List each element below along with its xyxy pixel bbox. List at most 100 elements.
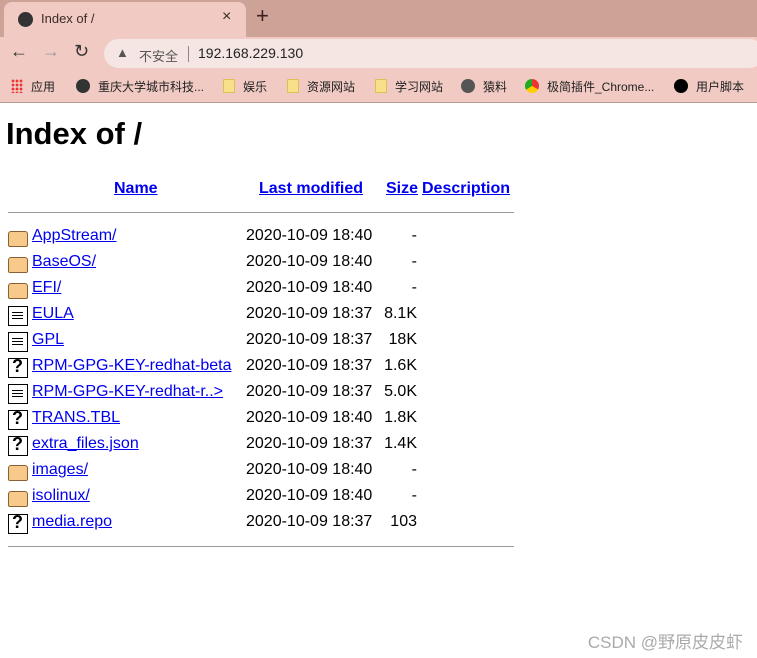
- table-row: AppStream/ 2020-10-09 18:40 -: [8, 225, 514, 251]
- forward-button[interactable]: →: [42, 41, 60, 62]
- file-link[interactable]: RPM-GPG-KEY-redhat-beta: [32, 357, 231, 375]
- file-link[interactable]: EFI/: [32, 279, 61, 297]
- file-link[interactable]: images/: [32, 461, 88, 479]
- warning-icon: ▲: [116, 45, 129, 60]
- file-size: 1.4K: [384, 435, 417, 452]
- insecure-label[interactable]: 不安全: [139, 46, 178, 65]
- file-link[interactable]: media.repo: [32, 513, 112, 531]
- unknown-file-icon: [8, 512, 28, 534]
- url-text[interactable]: 192.168.229.130: [198, 45, 303, 61]
- table-row: TRANS.TBL 2020-10-09 18:40 1.8K: [8, 407, 514, 433]
- text-file-icon: [8, 332, 28, 352]
- file-size: -: [411, 487, 417, 504]
- file-size: 1.6K: [384, 357, 417, 374]
- globe-icon: [18, 12, 33, 27]
- modified-date: 2020-10-09 18:40: [246, 227, 373, 244]
- unknown-file-icon: [8, 356, 28, 378]
- folder-icon: [8, 491, 28, 507]
- bookmark-folder[interactable]: 娱乐: [223, 78, 267, 95]
- text-file-icon: [8, 306, 28, 326]
- sort-description-link[interactable]: Description: [422, 180, 510, 198]
- bookmark-label: 娱乐: [243, 80, 268, 94]
- bookmark-item[interactable]: 极简插件_Chrome...: [525, 78, 654, 95]
- modified-date: 2020-10-09 18:40: [246, 487, 373, 504]
- modified-date: 2020-10-09 18:37: [246, 435, 373, 452]
- bookmark-folder[interactable]: 资源网站: [287, 78, 355, 95]
- divider: [188, 46, 189, 62]
- tab-title: Index of /: [41, 11, 95, 26]
- site-icon: [461, 79, 475, 93]
- bookmark-label: 资源网站: [307, 80, 356, 94]
- table-row: RPM-GPG-KEY-redhat-r..> 2020-10-09 18:37…: [8, 381, 514, 407]
- folder-icon: [375, 79, 387, 93]
- file-link[interactable]: BaseOS/: [32, 253, 96, 271]
- file-link[interactable]: isolinux/: [32, 487, 90, 505]
- reload-button[interactable]: ↻: [74, 41, 89, 62]
- close-tab-button[interactable]: ×: [222, 8, 231, 26]
- file-link[interactable]: EULA: [32, 305, 74, 323]
- modified-date: 2020-10-09 18:37: [246, 331, 373, 348]
- address-bar[interactable]: ▲ 不安全 192.168.229.130: [104, 39, 757, 68]
- sort-name-link[interactable]: Name: [114, 180, 158, 198]
- sort-size-link[interactable]: Size: [386, 180, 418, 198]
- table-row: EFI/ 2020-10-09 18:40 -: [8, 277, 514, 303]
- file-size: 8.1K: [384, 305, 417, 322]
- bookmark-label: 重庆大学城市科技...: [98, 80, 205, 94]
- bookmark-label: 猿料: [483, 80, 508, 94]
- bookmark-folder[interactable]: 学习网站: [375, 78, 443, 95]
- modified-date: 2020-10-09 18:37: [246, 305, 373, 322]
- table-row: images/ 2020-10-09 18:40 -: [8, 459, 514, 485]
- file-link[interactable]: AppStream/: [32, 227, 116, 245]
- table-row: isolinux/ 2020-10-09 18:40 -: [8, 485, 514, 511]
- folder-icon: [287, 79, 299, 93]
- toolbar: ← → ↻ ▲ 不安全 192.168.229.130: [0, 37, 757, 70]
- file-link[interactable]: GPL: [32, 331, 64, 349]
- modified-date: 2020-10-09 18:40: [246, 253, 373, 270]
- modified-date: 2020-10-09 18:37: [246, 357, 373, 374]
- file-link[interactable]: TRANS.TBL: [32, 409, 120, 427]
- store-icon: [525, 79, 539, 93]
- bookmarks-bar: 应用 重庆大学城市科技... 娱乐 资源网站 学习网站 猿料 极简插件_Chro…: [0, 70, 757, 103]
- table-row: GPL 2020-10-09 18:37 18K: [8, 329, 514, 355]
- file-size: -: [411, 253, 417, 270]
- table-row: RPM-GPG-KEY-redhat-beta 2020-10-09 18:37…: [8, 355, 514, 381]
- file-size: -: [411, 279, 417, 296]
- watermark: CSDN @野原皮皮虾: [587, 633, 743, 652]
- table-row: BaseOS/ 2020-10-09 18:40 -: [8, 251, 514, 277]
- modified-date: 2020-10-09 18:40: [246, 409, 373, 426]
- new-tab-button[interactable]: +: [256, 3, 269, 29]
- file-size: 1.8K: [384, 409, 417, 426]
- unknown-file-icon: [8, 434, 28, 456]
- bookmark-item[interactable]: 猿料: [461, 78, 507, 95]
- table-row: media.repo 2020-10-09 18:37 103: [8, 511, 514, 537]
- sort-modified-link[interactable]: Last modified: [259, 180, 363, 198]
- file-size: 18K: [388, 331, 417, 348]
- table-row: extra_files.json 2020-10-09 18:37 1.4K: [8, 433, 514, 459]
- back-button[interactable]: ←: [10, 41, 28, 62]
- file-link[interactable]: extra_files.json: [32, 435, 139, 453]
- folder-icon: [223, 79, 235, 93]
- table-row: EULA 2020-10-09 18:37 8.1K: [8, 303, 514, 329]
- folder-icon: [8, 465, 28, 481]
- tab-strip: Index of / × +: [0, 0, 757, 37]
- file-size: -: [411, 227, 417, 244]
- file-size: 103: [390, 513, 417, 530]
- folder-icon: [8, 283, 28, 299]
- tab-active[interactable]: Index of / ×: [4, 2, 246, 37]
- page-title: Index of /: [6, 116, 143, 151]
- file-link[interactable]: RPM-GPG-KEY-redhat-r..>: [32, 383, 223, 401]
- text-file-icon: [8, 384, 28, 404]
- bookmark-label: 应用: [31, 80, 56, 94]
- file-size: -: [411, 461, 417, 478]
- bookmark-label: 学习网站: [395, 80, 444, 94]
- modified-date: 2020-10-09 18:40: [246, 461, 373, 478]
- folder-icon: [8, 257, 28, 273]
- divider: [8, 546, 514, 547]
- script-icon: [674, 79, 688, 93]
- bookmark-item[interactable]: 用户脚本: [674, 78, 744, 95]
- bookmark-apps[interactable]: 应用: [11, 78, 55, 95]
- bookmark-label: 极简插件_Chrome...: [547, 80, 655, 94]
- divider: [8, 212, 514, 213]
- modified-date: 2020-10-09 18:37: [246, 513, 373, 530]
- bookmark-item[interactable]: 重庆大学城市科技...: [76, 78, 204, 95]
